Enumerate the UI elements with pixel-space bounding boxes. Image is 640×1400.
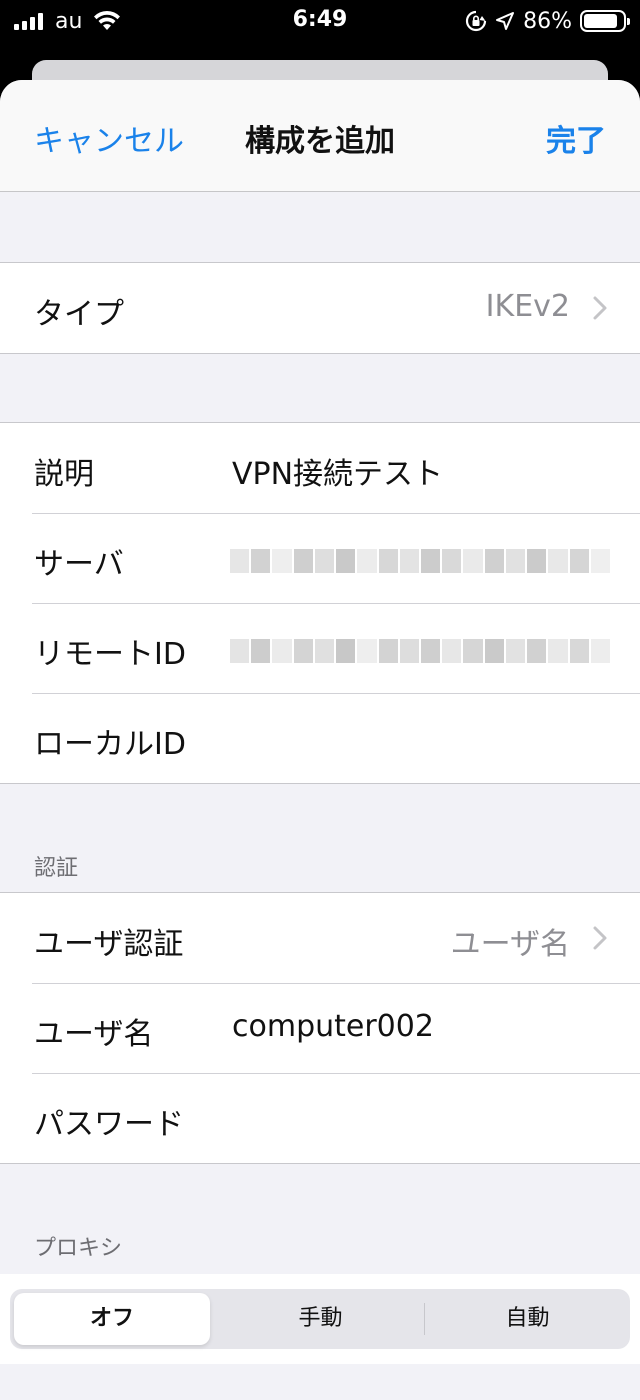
proxy-option-off[interactable]: オフ: [14, 1293, 210, 1345]
location-icon: [496, 12, 515, 30]
chevron-right-icon: [593, 296, 607, 320]
proxy-segmented-control: オフ 手動 自動: [10, 1289, 630, 1349]
user-auth-value: ユーザ名: [450, 927, 570, 962]
server-field-redacted[interactable]: [230, 549, 610, 573]
user-auth-label: ユーザ認証: [34, 927, 184, 962]
type-value: IKEv2: [485, 289, 570, 324]
username-label: ユーザ名: [34, 1017, 154, 1052]
description-label: 説明: [34, 457, 94, 492]
server-row[interactable]: サーバ: [0, 513, 640, 603]
username-field[interactable]: computer002: [232, 1009, 434, 1044]
auth-section-header: 認証: [34, 856, 79, 881]
proxy-section-header: プロキシ: [34, 1236, 123, 1261]
navigation-bar: キャンセル 構成を追加 完了: [0, 80, 640, 192]
username-row[interactable]: ユーザ名 computer002: [0, 983, 640, 1073]
battery-fill: [584, 14, 617, 28]
description-field[interactable]: VPN接続テスト: [232, 449, 443, 493]
password-row[interactable]: パスワード: [0, 1073, 640, 1163]
cancel-button[interactable]: キャンセル: [34, 116, 184, 160]
chevron-right-icon: [593, 926, 607, 950]
battery-percent: 86%: [523, 8, 572, 34]
connection-group: 説明 VPN接続テスト サーバ リモートID ローカルID: [0, 422, 640, 784]
remote-id-label: リモートID: [34, 637, 186, 672]
add-configuration-sheet: キャンセル 構成を追加 完了 タイプ IKEv2 説明 VPN接続テスト サーバ: [0, 80, 640, 1400]
remote-id-row[interactable]: リモートID: [0, 603, 640, 693]
auth-group: ユーザ認証 ユーザ名 ユーザ名 computer002 パスワード: [0, 892, 640, 1164]
server-label: サーバ: [34, 547, 124, 582]
proxy-group: オフ 手動 自動: [0, 1274, 640, 1364]
user-auth-row[interactable]: ユーザ認証 ユーザ名: [0, 893, 640, 983]
type-label: タイプ: [34, 297, 124, 332]
type-group: タイプ IKEv2: [0, 262, 640, 354]
battery-icon: [580, 10, 630, 32]
description-row[interactable]: 説明 VPN接続テスト: [0, 423, 640, 513]
local-id-row[interactable]: ローカルID: [0, 693, 640, 783]
remote-id-field-redacted[interactable]: [230, 639, 610, 663]
status-bar: au 6:49 86%: [0, 0, 640, 44]
status-right: 86%: [465, 7, 630, 35]
proxy-option-manual[interactable]: 手動: [217, 1289, 424, 1349]
type-row[interactable]: タイプ IKEv2: [0, 263, 640, 353]
done-button[interactable]: 完了: [546, 116, 606, 160]
rotation-lock-icon: [466, 10, 487, 32]
local-id-label: ローカルID: [34, 727, 186, 762]
proxy-option-auto[interactable]: 自動: [425, 1289, 630, 1349]
password-label: パスワード: [34, 1107, 184, 1142]
